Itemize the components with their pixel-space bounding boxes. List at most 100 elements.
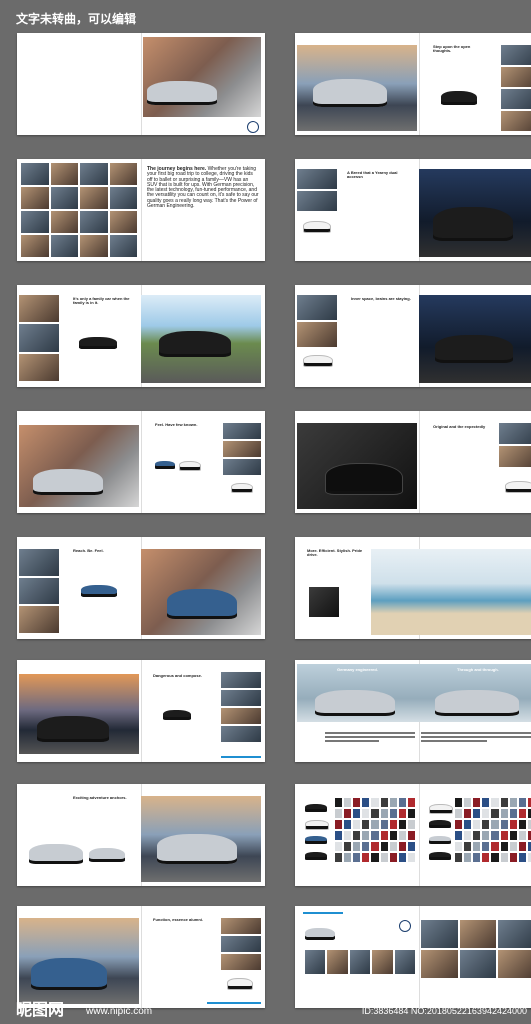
color-swatch [389, 831, 397, 840]
car-image [81, 585, 117, 597]
color-swatch [473, 809, 481, 818]
color-swatch [500, 798, 508, 807]
color-swatch [455, 798, 463, 807]
color-swatch [509, 798, 517, 807]
color-swatch [344, 842, 352, 851]
color-swatch [344, 809, 352, 818]
car-thumb-image [429, 852, 451, 860]
spread-heading: A Breed that a Yearny dual accessn [347, 170, 398, 180]
car-thumb-image [303, 221, 331, 233]
watermark-brand: 昵图网 [16, 1002, 65, 1019]
car-thumb-image [505, 481, 531, 493]
wheel-photos [221, 672, 261, 742]
color-swatch [371, 842, 379, 851]
road-photo [141, 295, 261, 383]
color-swatch [371, 831, 379, 840]
engine-photo [309, 587, 339, 617]
convertible-photo [297, 45, 417, 131]
beetle-car-image [315, 690, 395, 716]
suv-car-image [433, 207, 513, 241]
spread-12[interactable]: Germany engineered. Through and through. [295, 660, 531, 762]
car-image [79, 337, 117, 349]
color-swatch [362, 809, 370, 818]
spread-11[interactable]: Dangerous and compose. [17, 660, 265, 762]
car-image [159, 331, 231, 357]
color-swatch [389, 798, 397, 807]
solar-photo [141, 796, 261, 882]
spread-1[interactable] [17, 33, 265, 135]
color-swatch [518, 820, 526, 829]
spread-heading: Dangerous and compose. [153, 673, 202, 678]
beetle-photo [297, 423, 417, 509]
beetle-car-image [435, 690, 519, 716]
text-columns [325, 732, 415, 744]
color-swatch [371, 798, 379, 807]
spread-heading: Germany engineered. [337, 667, 378, 672]
color-swatch [518, 809, 526, 818]
spread-14[interactable] [295, 784, 531, 886]
spread-heading: More. Efficient. Stylish. Pride drive. [307, 548, 363, 558]
color-swatch [335, 809, 343, 818]
car-thumb-image [227, 978, 253, 990]
color-swatch [335, 831, 343, 840]
car-thumb-image [155, 461, 175, 469]
color-swatch [491, 831, 499, 840]
car-thumb-image [429, 804, 453, 814]
color-swatch [398, 809, 406, 818]
color-swatch [518, 831, 526, 840]
car-thumb-image [429, 820, 451, 828]
color-swatch [353, 831, 361, 840]
color-swatch [380, 853, 388, 862]
spread-16[interactable] [295, 906, 531, 1008]
spread-8[interactable]: Original and the expectedly [295, 411, 531, 513]
studio-photo: Germany engineered. Through and through. [297, 664, 531, 722]
detail-photos [297, 169, 337, 211]
color-swatch [464, 831, 472, 840]
color-swatch [344, 798, 352, 807]
color-swatch [380, 809, 388, 818]
spread-heading: Function, essence alumni. [153, 917, 204, 922]
color-swatch [371, 809, 379, 818]
watermark-url: www.nipic.com [86, 1006, 153, 1017]
fold-line [419, 33, 420, 135]
spread-7[interactable]: Feel. Have few known. [17, 411, 265, 513]
sunset-photo [19, 674, 139, 754]
color-swatch [398, 820, 406, 829]
spread-heading: Original and the expectedly [433, 424, 486, 429]
color-swatch [455, 820, 463, 829]
spread-heading: Reach. Be. Feel. [73, 548, 104, 553]
color-swatch [473, 820, 481, 829]
color-swatch [398, 853, 406, 862]
spread-heading: Feel. Have few known. [155, 422, 198, 427]
spread-10[interactable]: More. Efficient. Stylish. Pride drive. [295, 537, 531, 639]
spread-4[interactable]: A Breed that a Yearny dual accessn [295, 159, 531, 261]
color-swatch [464, 820, 472, 829]
fold-line [419, 906, 420, 1008]
spread-15[interactable]: Function, essence alumni. [17, 906, 265, 1008]
color-swatch [500, 809, 508, 818]
spread-13[interactable]: Exciting adventure anchors. [17, 784, 265, 886]
accent-bar [221, 756, 261, 758]
detail-photos [297, 295, 337, 347]
color-swatch [491, 798, 499, 807]
spread-9[interactable]: Reach. Be. Feel. [17, 537, 265, 639]
header-note: 文字未转曲，可以编辑 [16, 12, 137, 26]
color-swatch [518, 798, 526, 807]
color-swatch [362, 820, 370, 829]
color-swatch [500, 820, 508, 829]
color-swatch [389, 809, 397, 818]
color-swatch [491, 842, 499, 851]
spread-2[interactable]: Step upon the open thoughts. [295, 33, 531, 135]
city-photo [19, 425, 139, 507]
car-thumb-image [303, 355, 333, 367]
color-swatch [518, 853, 526, 862]
color-swatch [509, 853, 517, 862]
color-swatches [335, 798, 415, 862]
color-swatch [509, 831, 517, 840]
fold-line [141, 660, 142, 762]
spread-5[interactable]: It's only a family car when the family i… [17, 285, 265, 387]
spread-6[interactable]: Inner space, brains are staying. [295, 285, 531, 387]
car-thumb-image [305, 820, 329, 830]
wagon-car-image [29, 844, 83, 864]
spread-3[interactable]: The journey begins here. Whether you're … [17, 159, 265, 261]
